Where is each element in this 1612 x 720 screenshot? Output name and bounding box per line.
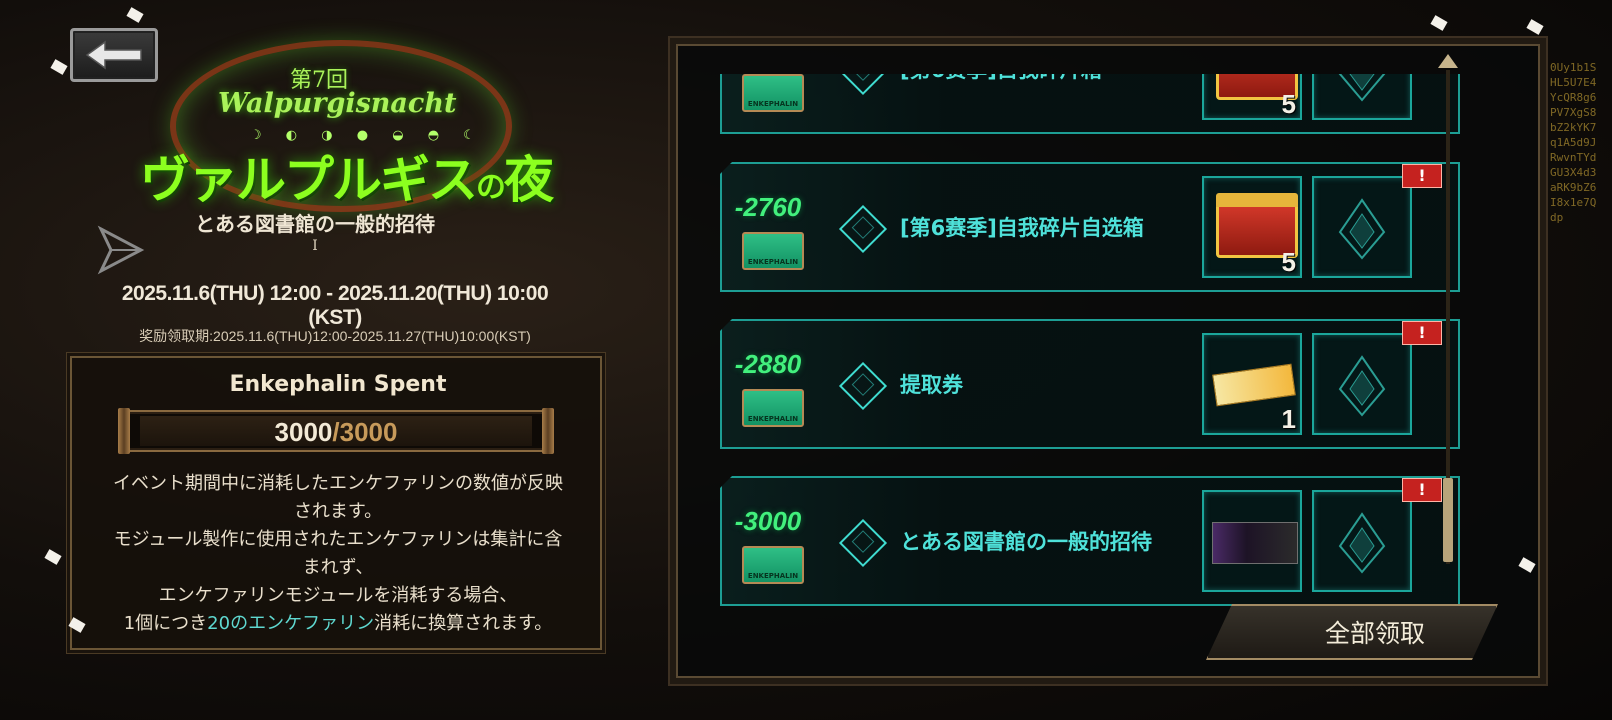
emblem-icon	[1338, 74, 1386, 102]
alert-badge-icon: !	[1402, 321, 1442, 345]
progress-value: 3000/3000	[126, 417, 546, 448]
emblem-icon	[1338, 355, 1386, 417]
reward-item-slot[interactable]: 1	[1202, 333, 1302, 435]
confetti-decoration	[1430, 15, 1448, 31]
reward-claim-period: 奖励领取期:2025.11.6(THU)12:00-2025.11.27(THU…	[139, 328, 531, 344]
ticket-label: ENKEPHALIN	[747, 572, 799, 580]
event-logo: 第7回 Walpurgisnacht ☽ ◐ ◑ ● ◒ ◓ ☾ ヴァルプルギス…	[120, 40, 560, 212]
reward-row: -3000 ENKEPHALIN とある図書館の一般的招待 !	[720, 476, 1460, 606]
reward-row: -2880 ENKEPHALIN 提取券 1 !	[720, 319, 1460, 449]
desc-line: モジュール製作に使用されたエンケファリンは集計に含	[113, 529, 563, 550]
desc-text: 1個につき	[123, 613, 208, 634]
enkephalin-ticket-icon: ENKEPHALIN	[742, 546, 804, 584]
reward-item-slot[interactable]: 5	[1202, 74, 1302, 120]
desc-line: イベント期間中に消耗したエンケファリンの数値が反映	[113, 473, 563, 494]
bonus-reward-slot[interactable]	[1312, 490, 1412, 592]
emblem-icon	[1338, 198, 1386, 260]
share-arrow-icon[interactable]	[95, 225, 145, 275]
reward-row: -2760 ENKEPHALIN [第6赛季]自我碎片自选箱 5 !	[720, 162, 1460, 292]
event-date-range: 2025.11.6(THU) 12:00 - 2025.11.20(THU) 1…	[121, 282, 549, 329]
enkephalin-ticket-icon: ENKEPHALIN	[742, 232, 804, 270]
reward-name: [第6赛季]自我碎片自选箱	[900, 216, 1144, 240]
diamond-icon	[838, 518, 888, 568]
enkephalin-cost: -3000	[734, 506, 802, 536]
logo-title-no: の	[476, 170, 506, 205]
diamond-icon	[838, 361, 888, 411]
ticket-label: ENKEPHALIN	[747, 258, 799, 266]
reward-count: 5	[1281, 89, 1296, 119]
progress-separator: /	[332, 417, 340, 447]
emblem-icon	[1338, 512, 1386, 574]
reward-item-slot[interactable]	[1202, 490, 1302, 592]
reward-name: 提取券	[900, 373, 963, 397]
logo-title: ヴァルプルギスの夜	[140, 140, 554, 212]
invitation-card-icon	[1212, 522, 1298, 564]
reward-row: ENKEPHALIN [第6赛季]自我碎片箱 5	[720, 74, 1460, 134]
logo-title-night: 夜	[504, 150, 554, 209]
panel-title: Enkephalin Spent	[229, 372, 447, 397]
scrollbar-thumb[interactable]	[1443, 478, 1453, 562]
confetti-decoration	[126, 7, 144, 23]
enkephalin-spent-panel: Enkephalin Spent 3000/3000 イベント期間中に消耗したエ…	[70, 356, 602, 650]
ticket-label: ENKEPHALIN	[747, 100, 799, 108]
ticket-label: ENKEPHALIN	[747, 415, 799, 423]
bonus-reward-slot[interactable]	[1312, 333, 1412, 435]
claim-all-button[interactable]: 全部领取	[1206, 604, 1498, 660]
claim-all-label: 全部领取	[1324, 619, 1425, 648]
alert-badge-icon: !	[1402, 164, 1442, 188]
desc-line: エンケファリンモジュールを消耗する場合、	[158, 585, 518, 606]
logo-title-main: ヴァルプルギス	[140, 150, 478, 209]
desc-line: 1個につき20のエンケファリン消耗に換算されます。	[84, 610, 592, 638]
desc-line: されます。	[293, 501, 383, 522]
progress-max: 3000	[339, 417, 398, 447]
bonus-reward-slot[interactable]	[1312, 176, 1412, 278]
desc-highlight: 20のエンケファリン	[207, 613, 375, 634]
reward-list[interactable]: ENKEPHALIN [第6赛季]自我碎片箱 5 -2760 ENKEPHALI…	[710, 74, 1480, 626]
enkephalin-cost: -2880	[734, 349, 802, 379]
reward-count: 5	[1281, 247, 1296, 277]
desc-line: まれず、	[302, 557, 374, 578]
alert-badge-icon: !	[1402, 478, 1442, 502]
logo-walpurgisnacht: Walpurgisnacht	[218, 88, 457, 119]
desc-text: 消耗に換算されます。	[374, 613, 553, 634]
scroll-up-icon[interactable]	[1438, 54, 1458, 68]
progress-current: 3000	[274, 417, 333, 447]
bonus-reward-slot[interactable]	[1312, 74, 1412, 120]
confetti-decoration	[1526, 19, 1544, 35]
extraction-ticket-icon	[1212, 363, 1296, 407]
reward-item-slot[interactable]: 5	[1202, 176, 1302, 278]
diamond-icon	[838, 74, 888, 96]
confetti-decoration	[44, 549, 62, 565]
diamond-icon	[838, 204, 888, 254]
spent-progress-bar: 3000/3000	[118, 408, 554, 454]
background-glyph-column: 0Uy1b1SHL5U7E4YcQR8g6PV7XgS8bZ2kYK7q1A5d…	[1550, 61, 1597, 224]
reward-name: [第6赛季]自我碎片箱	[900, 74, 1102, 84]
confetti-decoration	[50, 59, 68, 75]
reward-count: 1	[1281, 404, 1296, 434]
reward-name: とある図書館の一般的招待	[900, 530, 1152, 554]
event-subtitle-number: I	[312, 238, 318, 254]
enkephalin-ticket-icon: ENKEPHALIN	[742, 389, 804, 427]
enkephalin-ticket-icon: ENKEPHALIN	[742, 74, 804, 112]
panel-description: イベント期間中に消耗したエンケファリンの数値が反映 されます。 モジュール製作に…	[84, 470, 592, 638]
enkephalin-cost: -2760	[734, 192, 802, 222]
event-subtitle: とある図書館の一般的招待	[195, 212, 435, 236]
